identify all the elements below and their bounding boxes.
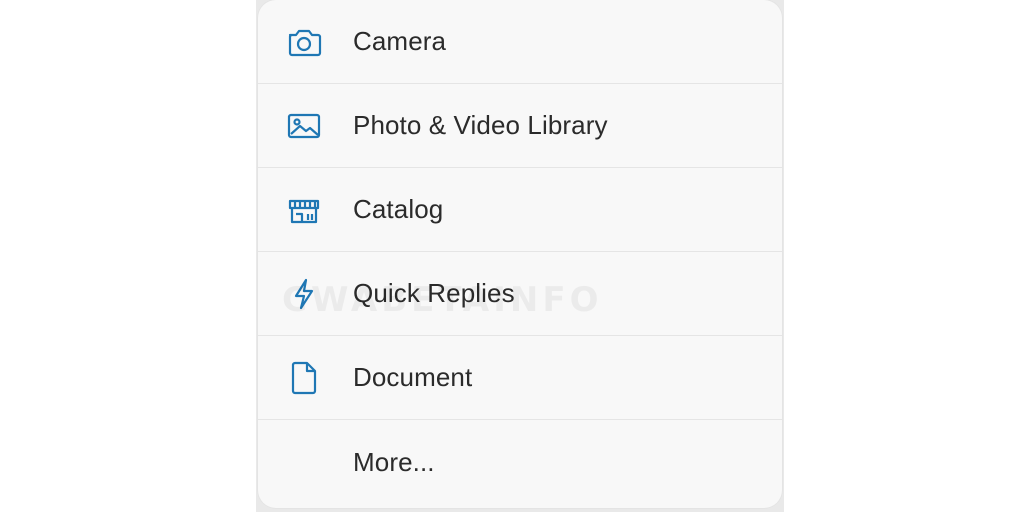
menu-item-label: Camera xyxy=(353,26,447,56)
menu-item-label: More... xyxy=(353,447,435,477)
screen: Camera Photo & Video Library Catalog Qui… xyxy=(0,0,1024,512)
menu-item-label: Photo & Video Library xyxy=(353,110,608,140)
menu-item-catalog[interactable]: Catalog xyxy=(258,168,782,252)
menu-item-label: Document xyxy=(353,362,473,392)
menu-item-photo-video-library[interactable]: Photo & Video Library xyxy=(258,84,782,168)
menu-item-label: Quick Replies xyxy=(353,278,515,308)
menu-item-document[interactable]: Document xyxy=(258,336,782,420)
document-icon xyxy=(284,358,324,398)
photo-library-icon xyxy=(284,106,324,146)
menu-item-camera[interactable]: Camera xyxy=(258,0,782,84)
attachment-menu: Camera Photo & Video Library Catalog Qui… xyxy=(258,0,782,508)
menu-item-label: Catalog xyxy=(353,194,444,224)
menu-item-more[interactable]: More... xyxy=(258,420,782,505)
camera-icon xyxy=(284,22,324,62)
lightning-bolt-icon xyxy=(284,274,324,314)
menu-item-quick-replies[interactable]: Quick Replies xyxy=(258,252,782,336)
storefront-icon xyxy=(284,190,324,230)
